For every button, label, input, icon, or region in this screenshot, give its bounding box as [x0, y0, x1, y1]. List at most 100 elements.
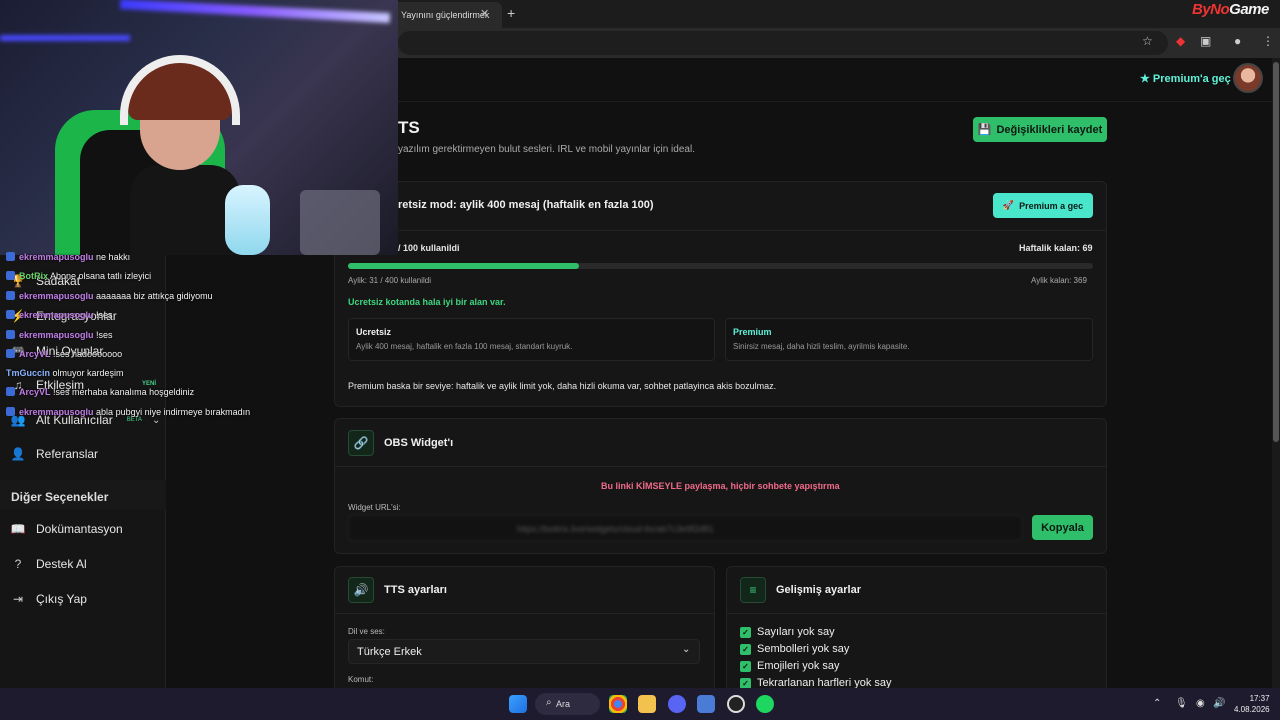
- avatar[interactable]: [1233, 63, 1263, 93]
- chat-username: TmGuccin: [6, 368, 51, 378]
- puzzle-icon[interactable]: ▣: [1200, 34, 1211, 48]
- app-icon[interactable]: [697, 695, 715, 713]
- clock-date: 4.08.2026: [1234, 705, 1270, 714]
- sidebar-section-title: Diğer Seçenekler: [11, 490, 109, 504]
- chat-text: !ses: [96, 330, 113, 340]
- chevron-down-icon: ⌄: [682, 644, 691, 655]
- channel-watermark: ByNoGame: [1192, 1, 1269, 18]
- sidebar-item-label: Referanslar: [36, 447, 99, 461]
- microphone-icon[interactable]: 🎙: [1175, 698, 1188, 709]
- taskbar-search[interactable]: Ara: [535, 693, 600, 715]
- webcam-overlay: [0, 0, 398, 255]
- card-divider: [727, 613, 1106, 614]
- chat-text: !ses: [96, 310, 113, 320]
- chevron-up-icon[interactable]: ⌃: [1153, 698, 1161, 709]
- file-explorer-icon[interactable]: [638, 695, 656, 713]
- option-label: Sayıları yok say: [757, 626, 835, 638]
- chat-text: !ses hadooooooo: [53, 349, 123, 359]
- page-subtitle: yazılım gerektirmeyen bulut sesleri. IRL…: [398, 144, 695, 155]
- chat-username: ekremmapusoglu: [19, 330, 94, 340]
- new-tab-button[interactable]: +: [507, 5, 515, 21]
- chat-text: !ses merhaba kanalıma hoşgeldiniz: [53, 387, 195, 397]
- headset: [120, 55, 240, 125]
- chat-badge-icon: [6, 291, 15, 300]
- quota-mode-title: retsiz mod: aylik 400 mesaj (haftalik en…: [398, 199, 654, 211]
- premium-link-label: Premium'a geç: [1152, 73, 1231, 85]
- scrollbar-thumb[interactable]: [1273, 62, 1279, 442]
- sidebar-item-label: Dokümantasyon: [36, 522, 123, 536]
- sidebar-item-destek[interactable]: ? Destek Al: [10, 554, 87, 574]
- plan-free-name: Ucretsiz: [356, 327, 392, 337]
- chat-message: ekremmapusoglu ne hakkı: [6, 252, 130, 262]
- sliders-icon: ≡: [740, 577, 766, 603]
- volume-icon[interactable]: 🔊: [1213, 698, 1225, 709]
- taskbar-clock[interactable]: 17:37 4.08.2026: [1234, 693, 1270, 715]
- book-icon: 📖: [10, 522, 26, 536]
- weekly-used: / 100 kullanildi: [398, 243, 460, 253]
- chat-username: ArcyVL: [19, 349, 51, 359]
- chat-text: ne hakkı: [96, 252, 131, 262]
- help-icon: ?: [14, 557, 22, 571]
- chat-username: ArcyVL: [19, 387, 51, 397]
- sidebar-item-referanslar[interactable]: 👤 Referanslar: [10, 444, 99, 464]
- save-button[interactable]: 💾 Değişiklikleri kaydet: [973, 117, 1107, 142]
- led-strip: [119, 0, 391, 24]
- windows-start-icon[interactable]: [509, 695, 527, 713]
- tab-title: Yayınını güçlendirmek: [401, 10, 490, 20]
- quota-status: Ucretsiz kotanda hala iyi bir alan var.: [348, 297, 506, 307]
- speaker-icon: 🔊: [348, 577, 374, 603]
- weekly-left: Haftalik kalan: 69: [1019, 243, 1093, 253]
- chat-message: ekremmapusoglu abla pubgyi niye indirmey…: [6, 407, 250, 417]
- chrome-icon[interactable]: [609, 695, 627, 713]
- monthly-left: Aylik kalan: 369: [1031, 276, 1087, 285]
- obs-warning: Bu linki KİMSEYLE paylaşma, hiçbir sohbe…: [601, 481, 840, 491]
- obs-card-title: OBS Widget'ı: [384, 437, 454, 449]
- profile-icon[interactable]: ●: [1234, 34, 1241, 48]
- chat-message: BotRix Abone olsana tatlı izleyici: [6, 271, 151, 281]
- plan-premium-box: [725, 318, 1093, 361]
- copy-button[interactable]: Kopyala: [1032, 515, 1093, 540]
- widget-url-label: Widget URL'si:: [348, 503, 401, 512]
- url-input[interactable]: [398, 31, 1168, 55]
- plan-premium-name: Premium: [733, 327, 772, 337]
- star-icon[interactable]: ☆: [1142, 34, 1153, 48]
- brand-right: Game: [1229, 1, 1269, 18]
- sidebar-item-label: Destek Al: [36, 557, 87, 571]
- widget-url-field[interactable]: https://bottrix.live/widgets/cloud-tts/a…: [348, 515, 1023, 541]
- plan-free-box: [348, 318, 715, 361]
- tab-close-icon[interactable]: ✕: [480, 7, 489, 20]
- wifi-icon[interactable]: ◉: [1196, 698, 1205, 709]
- premium-button[interactable]: 🚀 Premium a gec: [993, 193, 1093, 218]
- chat-badge-icon: [6, 271, 15, 280]
- brand-left: ByNo: [1192, 1, 1230, 18]
- menu-icon[interactable]: ⋮: [1262, 34, 1274, 48]
- checkbox-ignore-numbers[interactable]: ✓: [740, 627, 751, 638]
- rocket-icon: 🚀: [1002, 200, 1015, 210]
- card-divider: [335, 466, 1106, 467]
- sidebar-item-cikis[interactable]: ⇥ Çıkış Yap: [10, 589, 87, 609]
- chat-badge-icon: [6, 407, 15, 416]
- chat-text: Abone olsana tatlı izleyici: [50, 271, 152, 281]
- sidebar-item-dokumantasyon[interactable]: 📖 Dokümantasyon: [10, 519, 123, 539]
- premium-link[interactable]: ★ Premium'a geç: [1140, 72, 1231, 85]
- save-button-label: Değişiklikleri kaydet: [996, 123, 1103, 136]
- spotify-icon[interactable]: [756, 695, 774, 713]
- page-title: TS: [398, 118, 420, 137]
- chat-message: ArcyVL !ses merhaba kanalıma hoşgeldiniz: [6, 387, 194, 397]
- voice-select[interactable]: Türkçe Erkek: [348, 639, 700, 664]
- weekly-progress-fill: [348, 263, 579, 269]
- chat-message: ekremmapusoglu aaaaaaa biz attıkça gidiy…: [6, 291, 213, 301]
- checkbox-ignore-emojis[interactable]: ✓: [740, 661, 751, 672]
- chat-message: ArcyVL !ses hadooooooo: [6, 349, 122, 359]
- plan-premium-desc: Sinirsiz mesaj, daha hizli teslim, ayril…: [733, 342, 910, 351]
- obs-icon[interactable]: [727, 695, 745, 713]
- microphone: [225, 185, 270, 255]
- extension-icon[interactable]: ◆: [1176, 34, 1185, 48]
- save-icon: 💾: [977, 124, 992, 136]
- checkbox-ignore-symbols[interactable]: ✓: [740, 644, 751, 655]
- beta-badge: BETA: [126, 417, 142, 423]
- discord-icon[interactable]: [668, 695, 686, 713]
- sidebar-item-label: Çıkış Yap: [36, 592, 87, 606]
- clock-time: 17:37: [1249, 694, 1270, 703]
- chat-text: olmuyor kardeşim: [52, 368, 124, 378]
